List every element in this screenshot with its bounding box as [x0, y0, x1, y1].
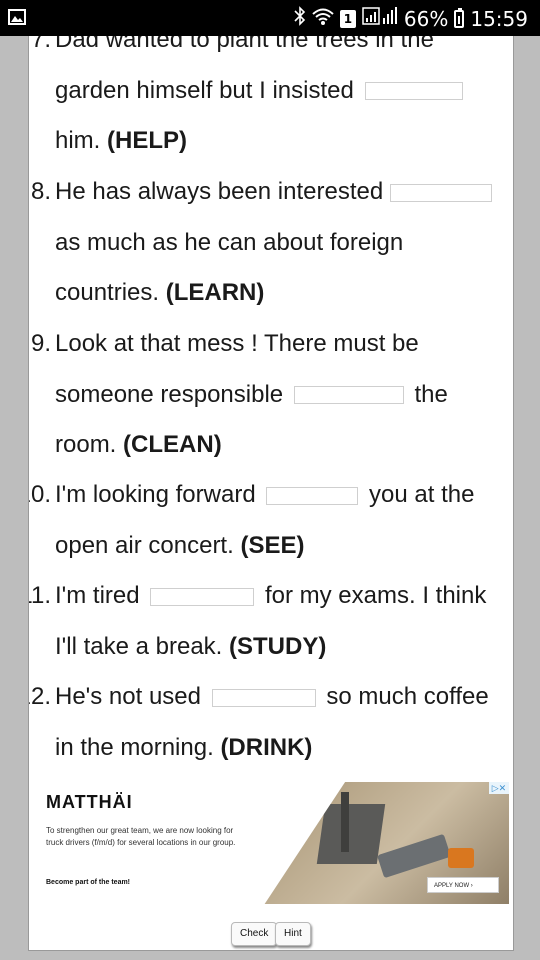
signal-icon — [362, 6, 398, 31]
hint-word: (DRINK) — [220, 733, 313, 761]
ad-photo-truck-cab — [448, 848, 474, 868]
ad-photo-tower — [341, 792, 349, 852]
bluetooth-icon — [294, 6, 306, 31]
ad-close-icon[interactable]: ▷✕ — [489, 782, 509, 794]
answer-field[interactable] — [364, 82, 463, 101]
exercise-number: 11. — [29, 582, 51, 609]
exercise-number: 7. — [30, 36, 51, 53]
hint-word: (STUDY) — [229, 632, 327, 660]
advertisement-banner[interactable]: MATTHÄI To strengthen our great team, we… — [41, 782, 509, 904]
hint-word: (LEARN) — [165, 279, 265, 306]
ad-photo-truck — [377, 833, 451, 879]
ad-cta-text: Become part of the team! — [46, 879, 131, 886]
exercise-number: 8. — [30, 178, 51, 205]
status-bar: 1 66% 15:59 — [0, 0, 540, 36]
ad-body-text: To strengthen our great team, we are now… — [46, 826, 236, 847]
ad-photo-plant — [316, 804, 386, 864]
hint-word: (SEE) — [240, 531, 305, 559]
exercise-text: He has always been interested — [55, 178, 384, 205]
notification-badge: 1 — [339, 9, 356, 28]
exercise-text: He's not used — [55, 683, 202, 710]
answer-field[interactable] — [389, 183, 492, 202]
exercise-page: 7. Dad wanted to plant the trees in the … — [28, 36, 514, 951]
hint-word: (HELP) — [107, 127, 188, 154]
answer-field[interactable] — [293, 386, 404, 405]
gallery-icon — [8, 9, 26, 29]
exercise-number: 9. — [30, 330, 51, 357]
ad-apply-button[interactable]: APPLY NOW › — [427, 877, 499, 893]
wifi-icon — [312, 7, 334, 31]
exercise-text: him. — [55, 127, 101, 154]
battery-percent: 66% — [403, 6, 449, 31]
clock: 15:59 — [470, 6, 528, 31]
exercise-number: 10. — [29, 481, 51, 508]
answer-field[interactable] — [150, 587, 255, 606]
hint-button[interactable]: Hint — [275, 922, 311, 946]
answer-field[interactable] — [211, 688, 316, 707]
exercise-text: I'm tired — [55, 582, 140, 609]
exercise-text: I'm looking forward — [55, 481, 256, 508]
battery-icon — [454, 7, 465, 28]
check-button[interactable]: Check — [231, 922, 278, 946]
hint-word: (CLEAN) — [123, 431, 222, 458]
ad-apply-label: APPLY NOW — [434, 883, 470, 889]
answer-field[interactable] — [266, 486, 359, 505]
ad-logo: MATTHÄI — [46, 792, 133, 812]
exercise-number: 12. — [29, 683, 51, 710]
